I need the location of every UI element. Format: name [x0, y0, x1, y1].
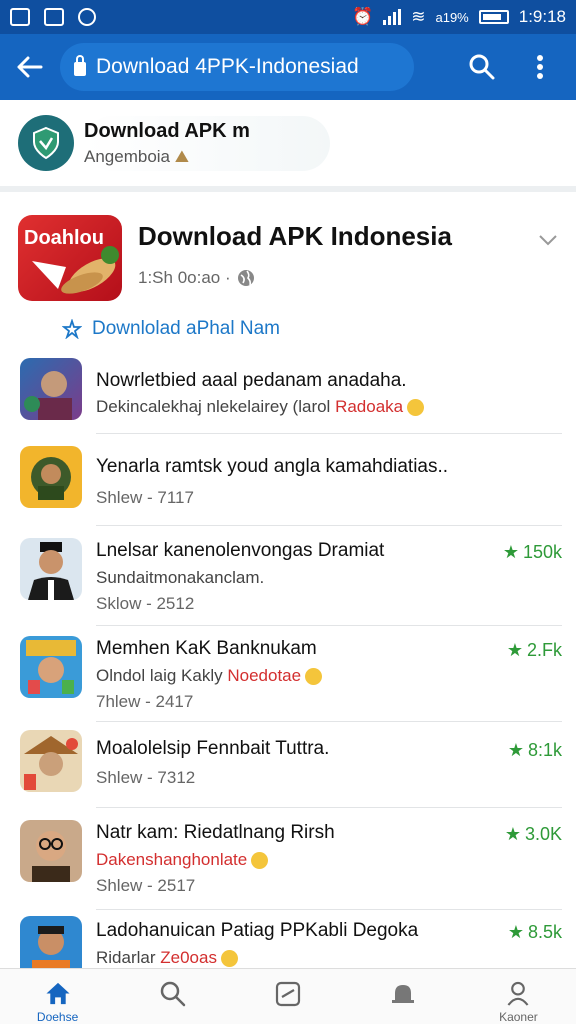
- signal-icon: [383, 9, 402, 25]
- item-thumbnail: [20, 820, 82, 882]
- edit-box-icon: [275, 981, 301, 1007]
- emoji-icon: [305, 668, 323, 686]
- gallery-icon: [44, 8, 64, 26]
- item-meta: Sklow - 2512: [96, 594, 195, 613]
- search-button[interactable]: [462, 47, 502, 87]
- address-bar[interactable]: Download 4PPK-Indonesiad: [60, 43, 414, 91]
- item-meta: 7hlew - 2417: [96, 692, 194, 711]
- item-title: Ladohanuican Patiag PPKabli Degoka: [96, 920, 419, 941]
- item-title: Nowrletbied aaal pedanam anadaha.: [96, 370, 407, 391]
- profile-subtitle: Angemboia ⛰: [84, 146, 190, 166]
- bell-icon: [392, 985, 415, 1003]
- emoji-icon: [220, 950, 238, 968]
- address-text: Download 4PPK-Indonesiad: [96, 55, 359, 78]
- rating-badge: ★ 8:1k: [507, 740, 562, 760]
- item-meta: Shlew - 7117: [96, 488, 194, 507]
- rating-badge: ★ 3.0K: [504, 824, 562, 844]
- post-title: Download APK Indonesia: [138, 221, 452, 251]
- item-title: Lnelsar kanenolenvongas Dramiat: [96, 540, 385, 561]
- nav-search[interactable]: [115, 969, 230, 1024]
- nav-notifications[interactable]: [346, 969, 461, 1024]
- battery-icon: [478, 10, 509, 24]
- list-item[interactable]: Nowrletbied aaal pedanam anadaha. Dekinc…: [0, 352, 576, 434]
- notification-icon: [10, 8, 30, 26]
- clock: 1:9:18: [518, 7, 566, 26]
- status-bar: ⏰ ≋ a19% 1:9:18: [0, 0, 576, 34]
- profile-title: Download APK m: [84, 119, 250, 142]
- list-item[interactable]: Natr kam: Riedatlnang Rirsh Dakenshangho…: [0, 808, 576, 910]
- list-item[interactable]: Memhen KaK Banknukam Olndol laig Kakly N…: [0, 626, 576, 722]
- list-item[interactable]: Yenarla ramtsk youd angla kamahdiatias..…: [0, 434, 576, 526]
- item-title: Yenarla ramtsk youd angla kamahdiatias..: [96, 456, 449, 477]
- wifi-icon: ≋: [411, 7, 426, 26]
- app-logo[interactable]: Doahlou: [18, 215, 122, 301]
- search-icon: [160, 981, 186, 1007]
- hand-icon: ⛰: [174, 146, 190, 166]
- emoji-icon: [251, 852, 269, 870]
- app-list: Nowrletbied aaal pedanam anadaha. Dekinc…: [0, 352, 576, 990]
- item-thumbnail: [20, 730, 82, 792]
- shield-logo-icon: [18, 115, 74, 171]
- item-meta: Shlew - 7312: [96, 768, 196, 787]
- chevron-down-icon: [539, 235, 557, 246]
- emoji-icon: [407, 399, 425, 417]
- profile-icon: [507, 981, 529, 1006]
- nav-edit[interactable]: [230, 969, 345, 1024]
- item-thumbnail: [20, 358, 82, 420]
- rating-badge: ★ 2.Fk: [506, 640, 562, 660]
- list-item[interactable]: Moalolelsip Fennbait Tuttra. Shlew - 731…: [0, 722, 576, 808]
- lock-icon: [74, 55, 86, 76]
- pin-icon: [62, 319, 82, 339]
- item-title: Natr kam: Riedatlnang Rirsh: [96, 822, 335, 843]
- star-icon: ★: [504, 824, 521, 844]
- alarm-icon: ⏰: [352, 7, 374, 26]
- expand-chevron-button[interactable]: [538, 226, 558, 252]
- star-icon: ★: [507, 740, 524, 760]
- item-thumbnail: [20, 636, 82, 698]
- app-bar: Download 4PPK-Indonesiad: [0, 34, 576, 100]
- post-timestamp: 1:Sh 0o:ao ·: [138, 268, 452, 288]
- bottom-navigation: Doehse Kaoner: [0, 968, 576, 1024]
- star-icon: ★: [502, 542, 519, 562]
- rating-badge: ★ 150k: [502, 542, 562, 562]
- battery-percent: a19%: [435, 9, 469, 25]
- back-button[interactable]: [0, 34, 60, 100]
- more-vert-icon: [537, 55, 543, 79]
- back-arrow-icon: [17, 56, 43, 78]
- list-item[interactable]: Lnelsar kanenolenvongas Dramiat Sundaitm…: [0, 526, 576, 626]
- star-icon: ★: [506, 640, 523, 660]
- logo-graphic-icon: [32, 246, 119, 294]
- item-title: Memhen KaK Banknukam: [96, 638, 317, 659]
- item-thumbnail: [20, 446, 82, 508]
- item-title: Moalolelsip Fennbait Tuttra.: [96, 738, 330, 759]
- screen: ⏰ ≋ a19% 1:9:18 Download 4PPK-Indonesiad: [0, 0, 576, 1024]
- more-options-button[interactable]: [520, 47, 560, 87]
- item-subtitle: Ridarlar Ze0oas: [96, 948, 238, 968]
- home-icon: [46, 982, 70, 1005]
- nav-home[interactable]: Doehse: [0, 969, 115, 1024]
- post-header: Doahlou Download APK Indonesia 1:Sh 0o:a…: [18, 215, 558, 305]
- globe-icon: [237, 270, 254, 286]
- search-icon: [469, 54, 495, 80]
- item-thumbnail: [20, 538, 82, 600]
- app-notification-icon: [78, 8, 96, 26]
- page-profile-card[interactable]: Download APK m Angemboia ⛰: [0, 100, 576, 192]
- rating-badge: ★ 8.5k: [507, 922, 562, 942]
- item-subtitle: Olndol laig Kakly Noedotae: [96, 666, 323, 686]
- item-subtitle: Sundaitmonakanclam.: [96, 568, 265, 587]
- item-subtitle: Dakenshanghonlate: [96, 850, 269, 870]
- item-subtitle: Dekincalekhaj nlekelairey (larol Radoaka: [96, 397, 425, 417]
- star-icon: ★: [507, 922, 524, 942]
- item-meta: Shlew - 2517: [96, 876, 196, 895]
- download-link[interactable]: Downlolad aPhal Nam: [62, 318, 280, 340]
- nav-profile[interactable]: Kaoner: [461, 969, 576, 1024]
